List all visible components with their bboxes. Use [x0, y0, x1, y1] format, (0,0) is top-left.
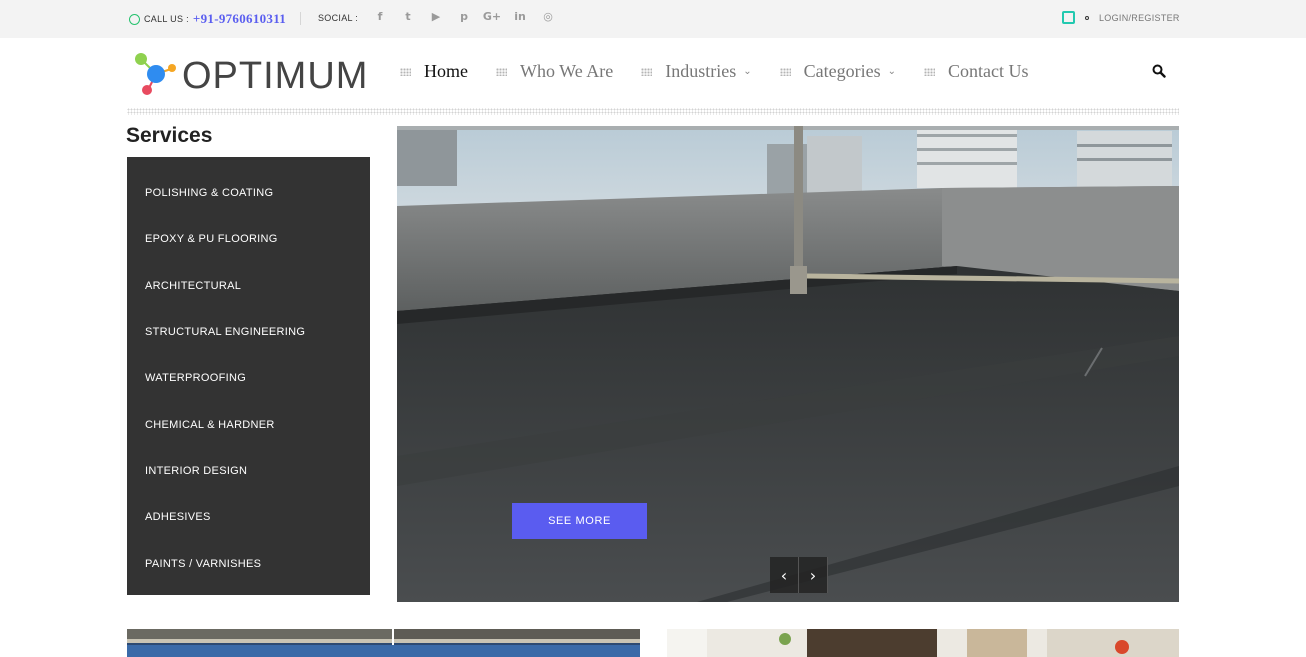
service-item-structural-engineering[interactable]: STRUCTURAL ENGINEERING [127, 309, 370, 355]
divider [300, 12, 301, 25]
hero-slider: SEE MORE ‹ › [397, 126, 1179, 602]
pool-thumbnail-image[interactable] [127, 629, 640, 657]
services-menu: POLISHING & COATING EPOXY & PU FLOORING … [127, 157, 370, 595]
linkedin-icon[interactable]: in [506, 10, 534, 23]
service-item-polishing-coating[interactable]: POLISHING & COATING [127, 170, 370, 216]
chevron-down-icon: ⌄ [887, 66, 896, 77]
youtube-icon[interactable]: ▶ [422, 10, 450, 23]
bullet-icon [1085, 15, 1089, 20]
call-us: CALL US : +91-9760610311 [129, 11, 286, 27]
site-header: OPTIMUM Home Who We Are Industries ⌄ Cat… [0, 38, 1306, 112]
social-links: f t ▶ p G+ in ◎ [366, 10, 562, 23]
service-item-waterproofing[interactable]: WATERPROOFING [127, 355, 370, 401]
login-register[interactable]: LOGIN/REGISTER [1062, 11, 1180, 24]
google-plus-icon[interactable]: G+ [478, 10, 506, 23]
service-item-chemical-hardner[interactable]: CHEMICAL & HARDNER [127, 401, 370, 447]
nav-item-who-we-are[interactable]: Who We Are [496, 61, 613, 82]
phone-number[interactable]: +91-9760610311 [193, 11, 286, 27]
nav-item-contact-us[interactable]: Contact Us [923, 61, 1029, 82]
grip-icon [641, 67, 653, 76]
call-us-label: CALL US : [144, 14, 189, 24]
nav-label: Home [424, 61, 468, 81]
service-item-architectural[interactable]: ARCHITECTURAL [127, 263, 370, 309]
whatsapp-icon [129, 13, 140, 25]
slider-controls: ‹ › [770, 557, 828, 593]
slider-next-icon[interactable]: › [799, 557, 828, 593]
service-item-paints-varnishes[interactable]: PAINTS / VARNISHES [127, 540, 370, 586]
chevron-down-icon: ⌄ [743, 66, 752, 77]
nav-item-home[interactable]: Home [400, 61, 468, 82]
nav-item-industries[interactable]: Industries ⌄ [641, 61, 752, 82]
nav-label: Contact Us [947, 61, 1029, 81]
main-nav: Home Who We Are Industries ⌄ Categories … [400, 61, 1056, 82]
edit-icon [1062, 11, 1075, 24]
see-more-button[interactable]: SEE MORE [512, 503, 647, 539]
services-title: Services [126, 124, 213, 147]
pinterest-icon[interactable]: p [450, 10, 478, 23]
interior-thumbnail-image[interactable] [667, 629, 1179, 657]
nav-item-categories[interactable]: Categories ⌄ [779, 61, 896, 82]
top-bar: CALL US : +91-9760610311 SOCIAL : f t ▶ … [0, 0, 1306, 38]
grip-icon [923, 67, 935, 76]
search-icon[interactable] [1152, 64, 1166, 78]
logo[interactable]: OPTIMUM [132, 52, 372, 97]
service-item-adhesives[interactable]: ADHESIVES [127, 494, 370, 540]
grip-icon [779, 67, 791, 76]
header-divider [127, 108, 1179, 115]
grip-icon [400, 67, 411, 76]
logo-text: OPTIMUM [182, 55, 369, 97]
twitter-icon[interactable]: t [394, 10, 422, 23]
grip-icon [496, 67, 507, 76]
instagram-icon[interactable]: ◎ [534, 10, 562, 23]
logo-molecule-icon [135, 53, 176, 95]
facebook-icon[interactable]: f [366, 10, 394, 23]
service-item-interior-design[interactable]: INTERIOR DESIGN [127, 448, 370, 494]
service-item-epoxy-pu-flooring[interactable]: EPOXY & PU FLOORING [127, 216, 370, 262]
slider-prev-icon[interactable]: ‹ [770, 557, 799, 593]
social-label: SOCIAL : [318, 13, 359, 23]
nav-label: Categories [803, 61, 881, 81]
nav-label: Who We Are [520, 61, 614, 81]
login-register-link[interactable]: LOGIN/REGISTER [1099, 13, 1180, 23]
nav-label: Industries [665, 61, 737, 81]
